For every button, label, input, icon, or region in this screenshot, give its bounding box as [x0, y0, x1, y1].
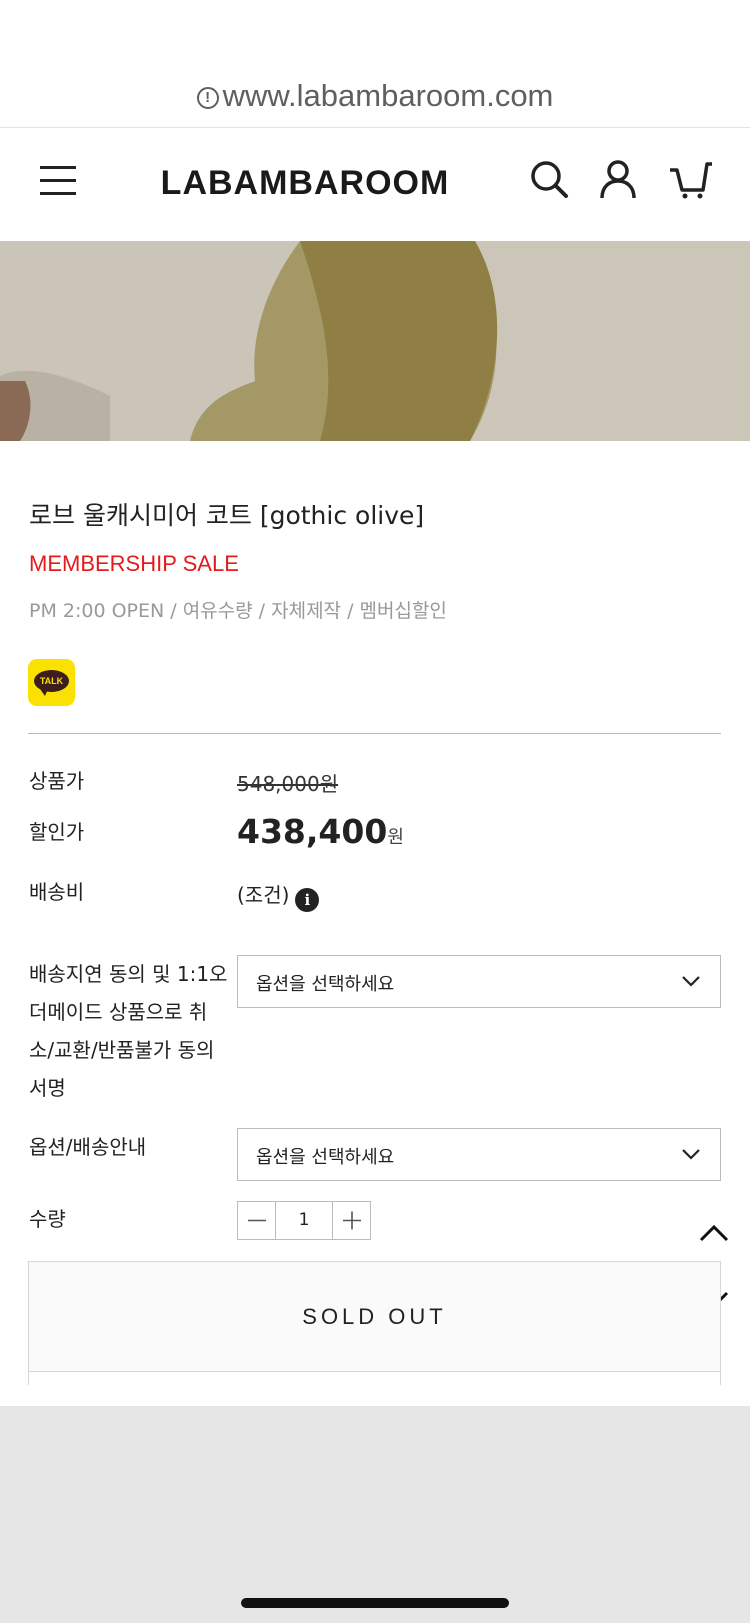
quantity-decrease-button[interactable]: [238, 1202, 276, 1239]
option-label-shipping: 옵션/배송안내: [29, 1135, 147, 1159]
divider: [28, 733, 721, 734]
search-icon[interactable]: [528, 158, 572, 202]
browser-url-bar[interactable]: ! www.labambaroom.com: [0, 0, 750, 128]
shipping-value-row: (조건) i: [237, 879, 320, 912]
option-select-value: 옵션을 선택하세요: [256, 1147, 395, 1168]
url-text: www.labambaroom.com: [222, 78, 554, 113]
chevron-down-icon: [682, 1149, 700, 1160]
user-icon[interactable]: [596, 158, 640, 202]
quantity-label: 수량: [29, 1207, 66, 1231]
quantity-increase-button[interactable]: [332, 1202, 370, 1239]
product-title: 로브 울캐시미어 코트 [gothic olive]: [29, 501, 425, 530]
sale-price-unit: 원: [387, 827, 404, 848]
option-select-shipping[interactable]: 옵션을 선택하세요: [237, 1128, 721, 1181]
list-price-label: 상품가: [29, 769, 85, 793]
option-select-consent[interactable]: 옵션을 선택하세요: [237, 955, 721, 1008]
brand-logo[interactable]: LABAMBAROOM: [130, 164, 480, 203]
bottom-area: [0, 1406, 750, 1623]
sale-price-label: 할인가: [29, 820, 85, 844]
chevron-down-icon: [682, 976, 700, 987]
option-select-value: 옵션을 선택하세요: [256, 974, 395, 995]
sale-badge: MEMBERSHIP SALE: [29, 551, 239, 576]
menu-icon[interactable]: [40, 166, 76, 196]
shipping-label: 배송비: [29, 880, 85, 904]
quantity-stepper: 1: [237, 1201, 371, 1240]
option-label-consent: 배송지연 동의 및 1:1오더메이드 상품으로 취소/교환/반품불가 동의서명: [29, 962, 228, 1100]
product-image: [0, 241, 750, 441]
url-display[interactable]: ! www.labambaroom.com: [0, 78, 750, 114]
plus-icon: [343, 1211, 361, 1230]
cart-icon[interactable]: [668, 158, 712, 202]
list-price-value: 548,000원: [237, 772, 339, 796]
shipping-value: (조건): [237, 883, 290, 907]
site-header: LABAMBAROOM: [0, 128, 750, 241]
home-indicator[interactable]: [241, 1598, 509, 1608]
chevron-up-icon: [699, 1224, 729, 1242]
product-description: PM 2:00 OPEN / 여유수량 / 자체제작 / 멤버십할인: [29, 600, 447, 622]
quantity-input[interactable]: 1: [276, 1202, 332, 1239]
sale-price: 438,400원: [237, 812, 404, 851]
sale-price-value: 438,400: [237, 812, 388, 851]
kakao-talk-button[interactable]: TALK: [28, 659, 75, 706]
info-icon[interactable]: i: [295, 888, 320, 912]
action-area: [28, 1371, 721, 1385]
security-warning-icon: !: [196, 87, 219, 109]
scroll-up-button[interactable]: [697, 1219, 731, 1249]
minus-icon: [248, 1219, 266, 1222]
sold-out-button[interactable]: SOLD OUT: [28, 1261, 721, 1371]
